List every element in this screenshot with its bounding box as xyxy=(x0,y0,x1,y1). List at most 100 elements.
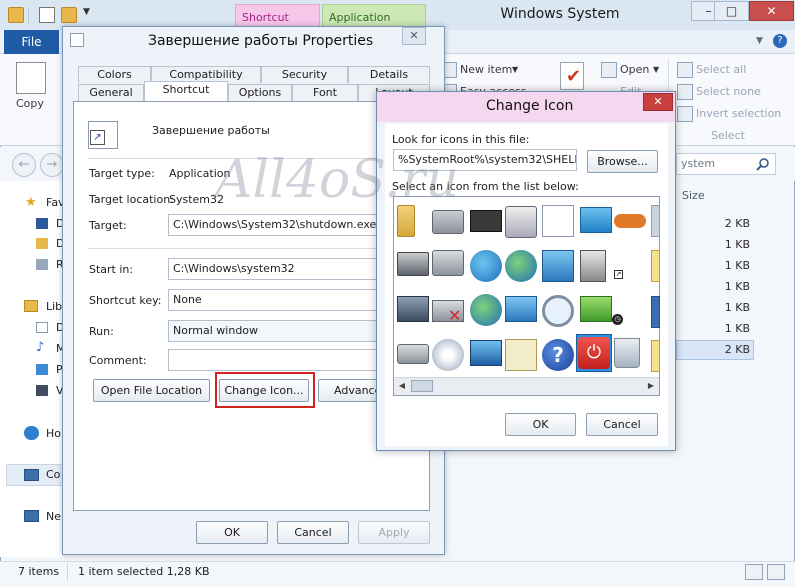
target-field[interactable]: C:\Windows\System32\shutdown.exe -s -t xyxy=(168,214,378,236)
partial-icon[interactable] xyxy=(651,340,660,372)
recycle-bin-icon[interactable] xyxy=(614,338,640,368)
close-button[interactable]: ✕ xyxy=(749,1,794,21)
column-header-size[interactable]: Size xyxy=(682,189,705,202)
nav-homegroup[interactable]: Hom xyxy=(46,427,63,443)
partial-icon[interactable] xyxy=(651,250,660,282)
back-button[interactable]: ← xyxy=(12,153,36,177)
properties-close-button[interactable]: ✕ xyxy=(402,27,426,45)
floppy-save-icon[interactable] xyxy=(397,296,429,322)
monitor-icon[interactable] xyxy=(470,340,502,366)
pictures-icon xyxy=(36,364,48,375)
magnifier-icon[interactable] xyxy=(542,295,574,327)
open-file-location-button[interactable]: Open File Location xyxy=(93,379,210,402)
network-drive-icon[interactable] xyxy=(397,252,429,276)
tab-shortcut[interactable]: Shortcut xyxy=(144,81,228,101)
error-x-icon: ✕ xyxy=(448,306,462,325)
partial-icon[interactable] xyxy=(651,205,660,237)
nav-favorites[interactable]: Fav xyxy=(46,196,63,212)
help-icon[interactable]: ? xyxy=(773,34,787,48)
tab-security[interactable]: Security xyxy=(261,66,348,83)
partial-icon[interactable] xyxy=(651,296,660,328)
new-item-dropdown-icon[interactable]: ▼ xyxy=(512,65,518,74)
printer-icon[interactable] xyxy=(505,206,537,238)
window-icon[interactable] xyxy=(580,207,612,233)
cancel-button[interactable]: Cancel xyxy=(277,521,349,544)
control-panel-icon[interactable] xyxy=(542,250,574,282)
nav-network[interactable]: Ne xyxy=(46,510,63,526)
status-divider xyxy=(67,563,68,581)
maximize-button[interactable]: □ xyxy=(714,1,749,21)
scroll-left-arrow-icon[interactable]: ◀ xyxy=(396,380,408,392)
printer-folder-icon[interactable] xyxy=(580,250,606,282)
target-location-label: Target location: xyxy=(89,193,174,206)
cd-drive-icon[interactable] xyxy=(432,339,464,371)
green-arrow-icon[interactable] xyxy=(580,296,612,322)
power-shutdown-icon[interactable]: ⏻ xyxy=(578,337,610,369)
music-icon: ♪ xyxy=(36,340,45,355)
tab-font[interactable]: Font xyxy=(292,84,358,101)
apply-button[interactable]: Apply xyxy=(358,521,430,544)
open-button[interactable]: Open xyxy=(620,63,649,76)
select-none-icon[interactable] xyxy=(677,84,693,100)
size-cell: 1 KB xyxy=(724,301,750,314)
scrollbar-thumb[interactable] xyxy=(411,380,433,392)
tab-details[interactable]: Details xyxy=(348,66,430,83)
desktop-icon xyxy=(36,218,48,229)
run-label: Run: xyxy=(89,325,114,338)
shortcut-key-field[interactable]: None xyxy=(168,289,378,311)
clock-document-icon[interactable] xyxy=(542,205,574,237)
nav-computer[interactable]: Co xyxy=(46,468,63,484)
ok-button[interactable]: OK xyxy=(196,521,268,544)
hand-share-icon[interactable] xyxy=(614,214,646,228)
change-icon-ok-button[interactable]: OK xyxy=(505,413,576,436)
videos-icon xyxy=(36,385,48,396)
invert-selection-icon[interactable] xyxy=(677,106,693,122)
change-icon-close-button[interactable]: ✕ xyxy=(643,93,673,111)
highlight-annotation xyxy=(215,372,315,408)
window-title: Windows System xyxy=(500,6,620,22)
tab-colors[interactable]: Colors xyxy=(78,66,151,83)
forward-button[interactable]: → xyxy=(40,153,64,177)
select-none-button[interactable]: Select none xyxy=(696,85,761,98)
internet-globe-icon[interactable] xyxy=(470,294,502,326)
calculator-icon[interactable] xyxy=(505,339,537,371)
start-in-field[interactable]: C:\Windows\system32 xyxy=(168,258,378,280)
network-connections-icon[interactable] xyxy=(505,296,537,322)
open-dropdown-icon[interactable]: ▼ xyxy=(653,65,659,74)
tab-options[interactable]: Options xyxy=(228,84,292,101)
floppy-drive-icon[interactable] xyxy=(432,210,464,234)
browse-button[interactable]: Browse... xyxy=(587,150,658,173)
ribbon-expand-icon[interactable]: ▼ xyxy=(756,36,763,46)
scroll-right-arrow-icon[interactable]: ▶ xyxy=(645,380,657,392)
customize-toolbar-icon[interactable]: ▼ xyxy=(83,7,90,17)
network-computer-icon[interactable] xyxy=(432,250,464,276)
select-all-button[interactable]: Select all xyxy=(696,63,746,76)
horizontal-scrollbar[interactable] xyxy=(394,377,659,395)
comment-field[interactable] xyxy=(168,349,378,371)
tab-file[interactable]: File xyxy=(4,30,59,54)
hard-drive-icon[interactable] xyxy=(397,344,429,364)
run-select[interactable]: Normal window xyxy=(168,320,378,342)
tab-general[interactable]: General xyxy=(78,84,144,101)
globe-icon[interactable] xyxy=(470,250,502,282)
copy-icon[interactable] xyxy=(16,62,46,94)
change-icon-cancel-button[interactable]: Cancel xyxy=(586,413,658,436)
invert-selection-button[interactable]: Invert selection xyxy=(696,107,781,120)
open-icon[interactable] xyxy=(601,62,617,78)
help-question-icon[interactable]: ? xyxy=(542,339,574,371)
advanced-button[interactable]: Advance xyxy=(318,379,378,402)
select-all-icon[interactable] xyxy=(677,62,693,78)
network-globe-icon[interactable] xyxy=(505,250,537,282)
nav-libraries[interactable]: Lib xyxy=(46,300,63,316)
shortcut-name: Завершение работы xyxy=(152,124,270,137)
folder-icon[interactable] xyxy=(8,7,24,23)
new-folder-icon[interactable] xyxy=(61,7,77,23)
details-view-icon[interactable] xyxy=(745,564,763,580)
large-icons-view-icon[interactable] xyxy=(767,564,785,580)
memory-chip-icon[interactable] xyxy=(470,210,502,232)
toolbar-divider xyxy=(28,7,29,23)
new-item-button[interactable]: New item xyxy=(460,63,512,76)
copy-label[interactable]: Copy xyxy=(16,97,44,110)
properties-icon[interactable] xyxy=(39,7,55,23)
search-icon[interactable] xyxy=(756,157,770,171)
